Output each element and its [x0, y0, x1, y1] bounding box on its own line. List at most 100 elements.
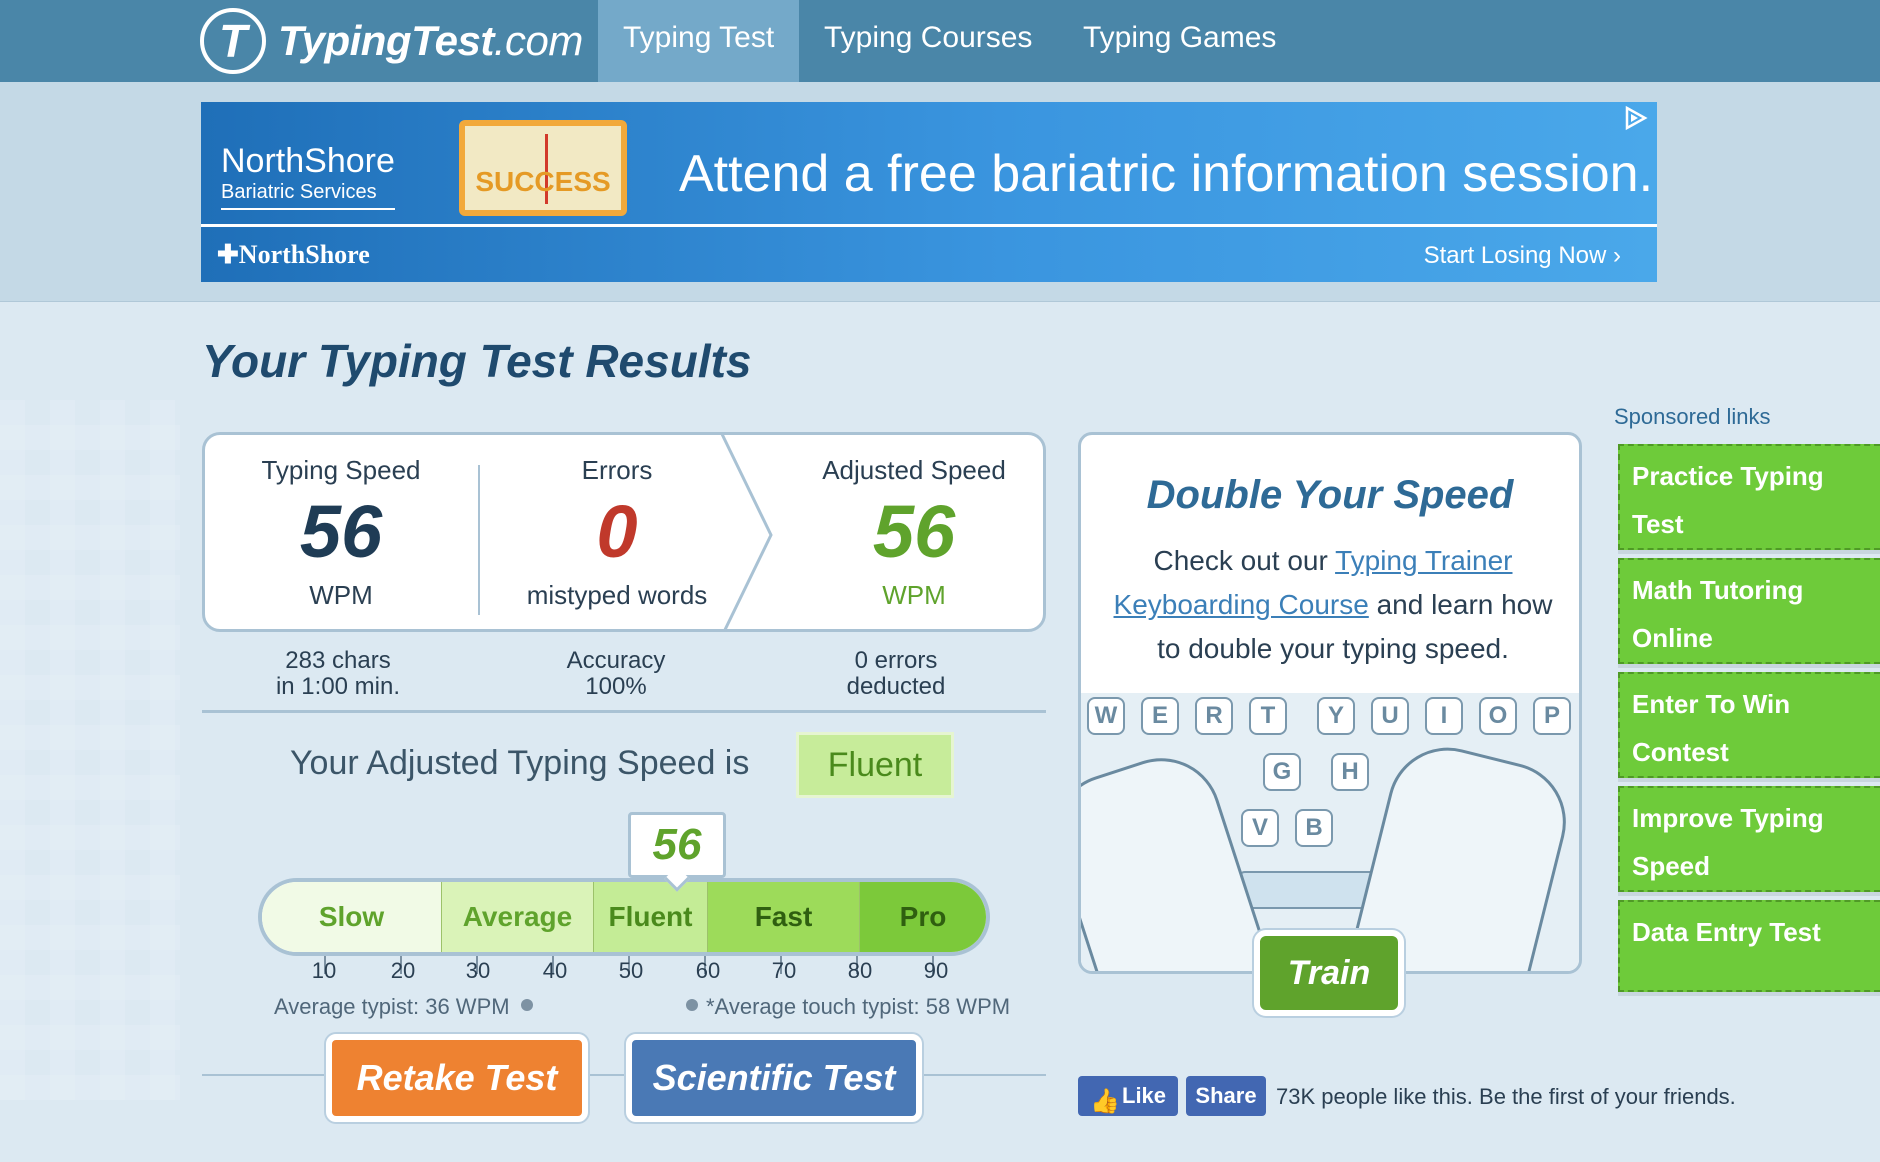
scale-fluent: Fluent	[594, 882, 708, 952]
errors-value: 0	[596, 490, 638, 573]
typing-speed-unit: WPM	[309, 580, 373, 610]
typing-trainer-link[interactable]: Typing Trainer	[1335, 545, 1512, 576]
retake-test-button[interactable]: Retake Test	[326, 1034, 588, 1122]
key-w: W	[1087, 697, 1125, 735]
key-b: B	[1295, 809, 1333, 847]
site-logo[interactable]: T TypingTest.com	[200, 6, 583, 76]
errors-label: Errors	[581, 455, 653, 485]
tick-label: 80	[847, 958, 873, 983]
sponsored-link-text: Speed	[1632, 851, 1711, 881]
adjusted-speed-value: 56	[872, 490, 956, 573]
deducted-label: deducted	[846, 673, 946, 700]
chars-stat: 283 chars in 1:00 min.	[248, 648, 428, 700]
sponsored-link-practice-typing[interactable]: Practice Typing Test	[1618, 444, 1880, 550]
sponsored-link-data-entry[interactable]: Data Entry Test	[1618, 900, 1880, 992]
nav-tab-typing-courses[interactable]: Typing Courses	[799, 0, 1057, 82]
deducted-count: 0 errors	[854, 647, 938, 674]
scale-fast: Fast	[708, 882, 860, 952]
sponsored-link-text: Contest	[1632, 737, 1729, 767]
touch-typist-dot	[686, 999, 698, 1011]
sponsored-links-label: Sponsored links	[1614, 404, 1771, 429]
tick-label: 60	[695, 958, 721, 983]
average-typist-note: Average typist: 36 WPM	[274, 994, 510, 1019]
double-speed-panel: Double Your Speed Check out our Typing T…	[1078, 432, 1582, 974]
logo-text: TypingTest.com	[278, 17, 583, 64]
key-p: P	[1533, 697, 1571, 735]
train-button[interactable]: Train	[1254, 930, 1404, 1016]
accuracy-value: 100%	[585, 673, 647, 700]
ad-banner[interactable]: NorthShore Bariatric Services SUCCESS At…	[201, 102, 1657, 282]
nav-tab-typing-games[interactable]: Typing Games	[1058, 0, 1301, 82]
facebook-like-button[interactable]: 👍 Like	[1078, 1076, 1178, 1116]
key-v: V	[1241, 809, 1279, 847]
sponsored-link-math-tutoring[interactable]: Math Tutoring Online	[1618, 558, 1880, 664]
ad-area: NorthShore Bariatric Services SUCCESS At…	[0, 82, 1880, 302]
sponsored-link-text: Math Tutoring	[1632, 575, 1804, 605]
average-typist-dot	[521, 999, 533, 1011]
ad-gauge-text: SUCCESS	[475, 166, 611, 197]
sponsored-link-text: Test	[1632, 509, 1684, 539]
key-h: H	[1331, 753, 1369, 791]
page-title: Your Typing Test Results	[202, 335, 752, 387]
sponsored-link-enter-to-win[interactable]: Enter To Win Contest	[1618, 672, 1880, 778]
double-speed-text-pre: Check out our	[1153, 545, 1336, 576]
errors-unit: mistyped words	[526, 580, 708, 610]
thumbs-up-icon: 👍	[1090, 1088, 1120, 1115]
ad-divider	[201, 224, 1657, 227]
sponsored-link-text: Improve Typing	[1632, 803, 1824, 833]
tick-label: 30	[465, 958, 491, 983]
scale-slow: Slow	[262, 882, 442, 952]
double-speed-title: Double Your Speed	[1146, 473, 1514, 517]
key-r: R	[1195, 697, 1233, 735]
tick-label: 70	[771, 958, 797, 983]
key-i: I	[1425, 697, 1463, 735]
touch-typist-note: *Average touch typist: 58 WPM	[706, 994, 1011, 1019]
double-speed-text: Check out our Typing Trainer Keyboarding…	[1101, 539, 1565, 671]
left-hand-icon	[1081, 742, 1274, 971]
ad-brand-sub: Bariatric Services	[221, 181, 395, 210]
typing-speed-label: Typing Speed	[261, 455, 421, 485]
ad-cta-link[interactable]: Start Losing Now ›	[1424, 242, 1621, 270]
tick-label: 20	[390, 958, 416, 983]
nav-tab-typing-test[interactable]: Typing Test	[598, 0, 800, 82]
deducted-stat: 0 errors deducted	[806, 648, 986, 700]
results-arrow-divider	[720, 435, 773, 629]
sponsored-link-improve-typing[interactable]: Improve Typing Speed	[1618, 786, 1880, 892]
adjusted-speed-unit: WPM	[882, 580, 946, 610]
speed-scale: Slow Average Fluent Fast Pro	[258, 878, 990, 956]
results-panel: Typing Speed 56 WPM Errors 0 mistyped wo…	[202, 432, 1046, 632]
ad-headline: Attend a free bariatric information sess…	[679, 145, 1654, 203]
logo-mark-icon: T	[200, 8, 266, 74]
scale-average: Average	[442, 882, 594, 952]
sponsored-link-text: Enter To Win	[1632, 689, 1791, 719]
speed-sentence: Your Adjusted Typing Speed is	[290, 744, 750, 782]
results-divider	[478, 465, 480, 615]
keyboarding-course-link[interactable]: Keyboarding Course	[1114, 589, 1369, 620]
sponsored-link-text: Practice Typing	[1632, 461, 1824, 491]
tick-label: 10	[311, 958, 337, 983]
ad-bottom-logo: ✚NorthShore	[217, 240, 370, 269]
sponsored-link-text: Data Entry Test	[1632, 917, 1821, 947]
tick-label: 40	[542, 958, 568, 983]
key-y: Y	[1317, 697, 1355, 735]
tick-label: 50	[618, 958, 644, 983]
facebook-like-count: 73K people like this. Be the first of yo…	[1276, 1084, 1736, 1109]
ad-brand: NorthShore Bariatric Services	[221, 142, 395, 210]
accuracy-label: Accuracy	[566, 647, 666, 674]
ad-choices-icon[interactable]	[1621, 104, 1651, 134]
facebook-share-button[interactable]: Share	[1186, 1076, 1266, 1116]
top-nav: T TypingTest.com Typing Test Typing Cour…	[0, 0, 1880, 82]
scientific-test-button[interactable]: Scientific Test	[626, 1034, 922, 1122]
speed-level-badge: Fluent	[796, 732, 954, 798]
typing-speed-stat: Typing Speed 56 WPM	[205, 435, 477, 629]
chars-count: 283 chars	[285, 647, 391, 674]
chars-time: in 1:00 min.	[275, 673, 401, 700]
adjusted-speed-label: Adjusted Speed	[822, 455, 1006, 485]
key-e: E	[1141, 697, 1179, 735]
errors-stat: Errors 0 mistyped words	[481, 435, 753, 629]
ad-gauge-image: SUCCESS	[459, 120, 627, 216]
key-o: O	[1479, 697, 1517, 735]
key-t: T	[1249, 697, 1287, 735]
key-u: U	[1371, 697, 1409, 735]
sponsored-link-text: Online	[1632, 623, 1713, 653]
